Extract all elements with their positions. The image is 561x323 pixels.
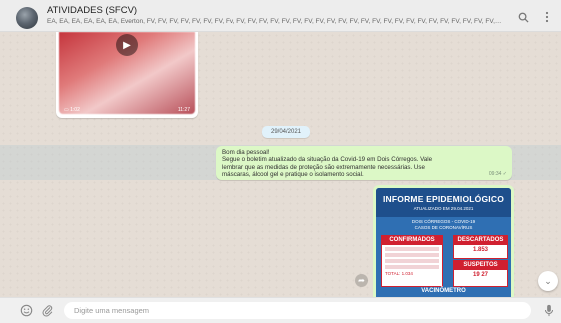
bulletin-date: ATUALIZADO EM 29.04.2021	[413, 206, 474, 211]
message-line: máscaras, álcool gel e pratique o isolam…	[222, 171, 364, 179]
message-line: Bom dia pessoal!	[222, 149, 270, 156]
message-timestamp: 09:34 ✓	[488, 170, 507, 177]
group-avatar[interactable]	[16, 7, 38, 29]
discarded-value: 1.853	[472, 247, 488, 253]
date-divider: 29/04/2021	[262, 126, 310, 138]
search-icon[interactable]	[515, 9, 531, 25]
forward-icon[interactable]: ➦	[355, 274, 368, 287]
composer-bar	[0, 297, 561, 323]
play-icon[interactable]: ▶	[116, 34, 138, 56]
suspect-values: 19 27	[472, 272, 488, 278]
video-message[interactable]: ▶ ▭ 1:02 11:27	[56, 32, 198, 118]
bulletin-image[interactable]: INFORME EPIDEMIOLÓGICO ATUALIZADO EM 29.…	[376, 188, 511, 297]
outgoing-message[interactable]: Bom dia pessoal! Segue o boletim atualiz…	[216, 146, 512, 180]
chat-area[interactable]: ▶ ▭ 1:02 11:27 29/04/2021 Bom dia pessoa…	[0, 32, 561, 297]
bulletin-line: CASOS DE CORONAVÍRUS	[414, 225, 473, 230]
discarded-box: DESCARTADOS 1.853	[453, 235, 508, 259]
chat-title[interactable]: ATIVIDADES (SFCV)	[47, 5, 137, 16]
participants-list[interactable]: EA, EA, EA, EA, EA, EA, Everton, FV, FV,…	[47, 18, 502, 25]
bulletin-footer: VACINÔMETRO	[421, 288, 466, 294]
chat-header: ATIVIDADES (SFCV) EA, EA, EA, EA, EA, EA…	[0, 0, 561, 32]
suspect-label: SUSPEITOS	[454, 261, 507, 270]
confirmed-label: CONFIRMADOS	[382, 236, 442, 245]
message-line: lembrar que as medidas de proteção são e…	[222, 163, 425, 171]
paperclip-icon[interactable]	[40, 303, 55, 318]
microphone-icon[interactable]	[541, 303, 556, 318]
bulletin-title: INFORME EPIDEMIOLÓGICO	[382, 194, 505, 204]
emoji-icon[interactable]	[19, 303, 34, 318]
more-vertical-icon[interactable]	[539, 9, 555, 25]
confirmed-total: TOTAL: 1.034	[385, 271, 413, 276]
discarded-label: DESCARTADOS	[454, 236, 507, 245]
scroll-down-button[interactable]: ⌄	[538, 271, 558, 291]
confirmed-box: CONFIRMADOS TOTAL: 1.034	[381, 235, 443, 287]
video-timestamp: 11:27	[177, 107, 190, 113]
message-input[interactable]	[64, 302, 531, 319]
image-message[interactable]: INFORME EPIDEMIOLÓGICO ATUALIZADO EM 29.…	[373, 185, 514, 297]
suspect-box: SUSPEITOS 19 27	[453, 260, 508, 287]
message-line: Segue o boletim atualizado da situação d…	[222, 156, 433, 164]
video-duration: ▭ 1:02	[64, 107, 80, 113]
